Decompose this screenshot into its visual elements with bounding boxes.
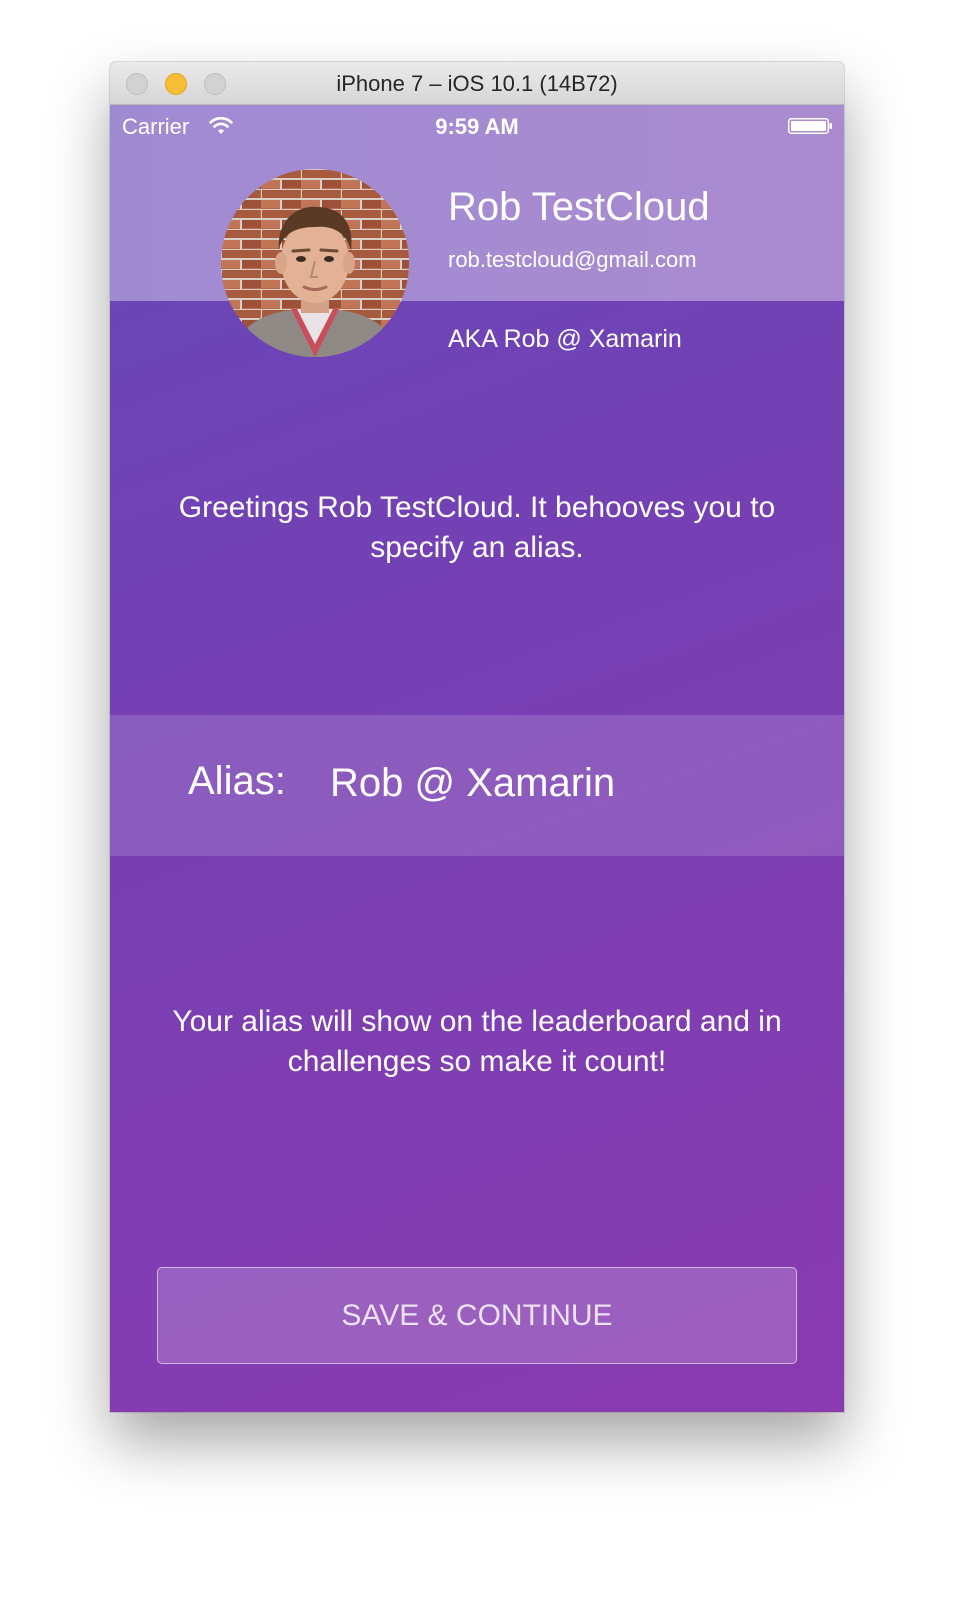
simulator-window: iPhone 7 – iOS 10.1 (14B72) Carrier 9:59… [110,62,844,1412]
save-continue-button[interactable]: SAVE & CONTINUE [157,1267,797,1364]
window-title: iPhone 7 – iOS 10.1 (14B72) [336,71,618,96]
alias-input[interactable] [330,753,810,813]
profile-email: rob.testcloud@gmail.com [448,247,697,272]
battery-icon [788,118,832,134]
profile-photo-icon [221,169,409,357]
save-continue-label: SAVE & CONTINUE [341,1298,613,1332]
status-time: 9:59 AM [435,114,519,139]
status-bar: Carrier 9:59 AM [110,105,844,147]
greeting-text: Greetings Rob TestCloud. It behooves you… [178,491,776,564]
alias-info-text: Your alias will show on the leaderboard … [172,1005,782,1078]
alias-label: Alias: [188,759,286,803]
alias-row: Alias: [110,715,844,856]
device-screen: Carrier 9:59 AM Rob TestCloud rob.testcl… [110,105,844,1412]
profile-name: Rob TestCloud [448,185,710,229]
profile-aka: AKA Rob @ Xamarin [448,325,682,353]
window-titlebar: iPhone 7 – iOS 10.1 (14B72) [110,62,844,105]
avatar[interactable] [221,169,409,357]
